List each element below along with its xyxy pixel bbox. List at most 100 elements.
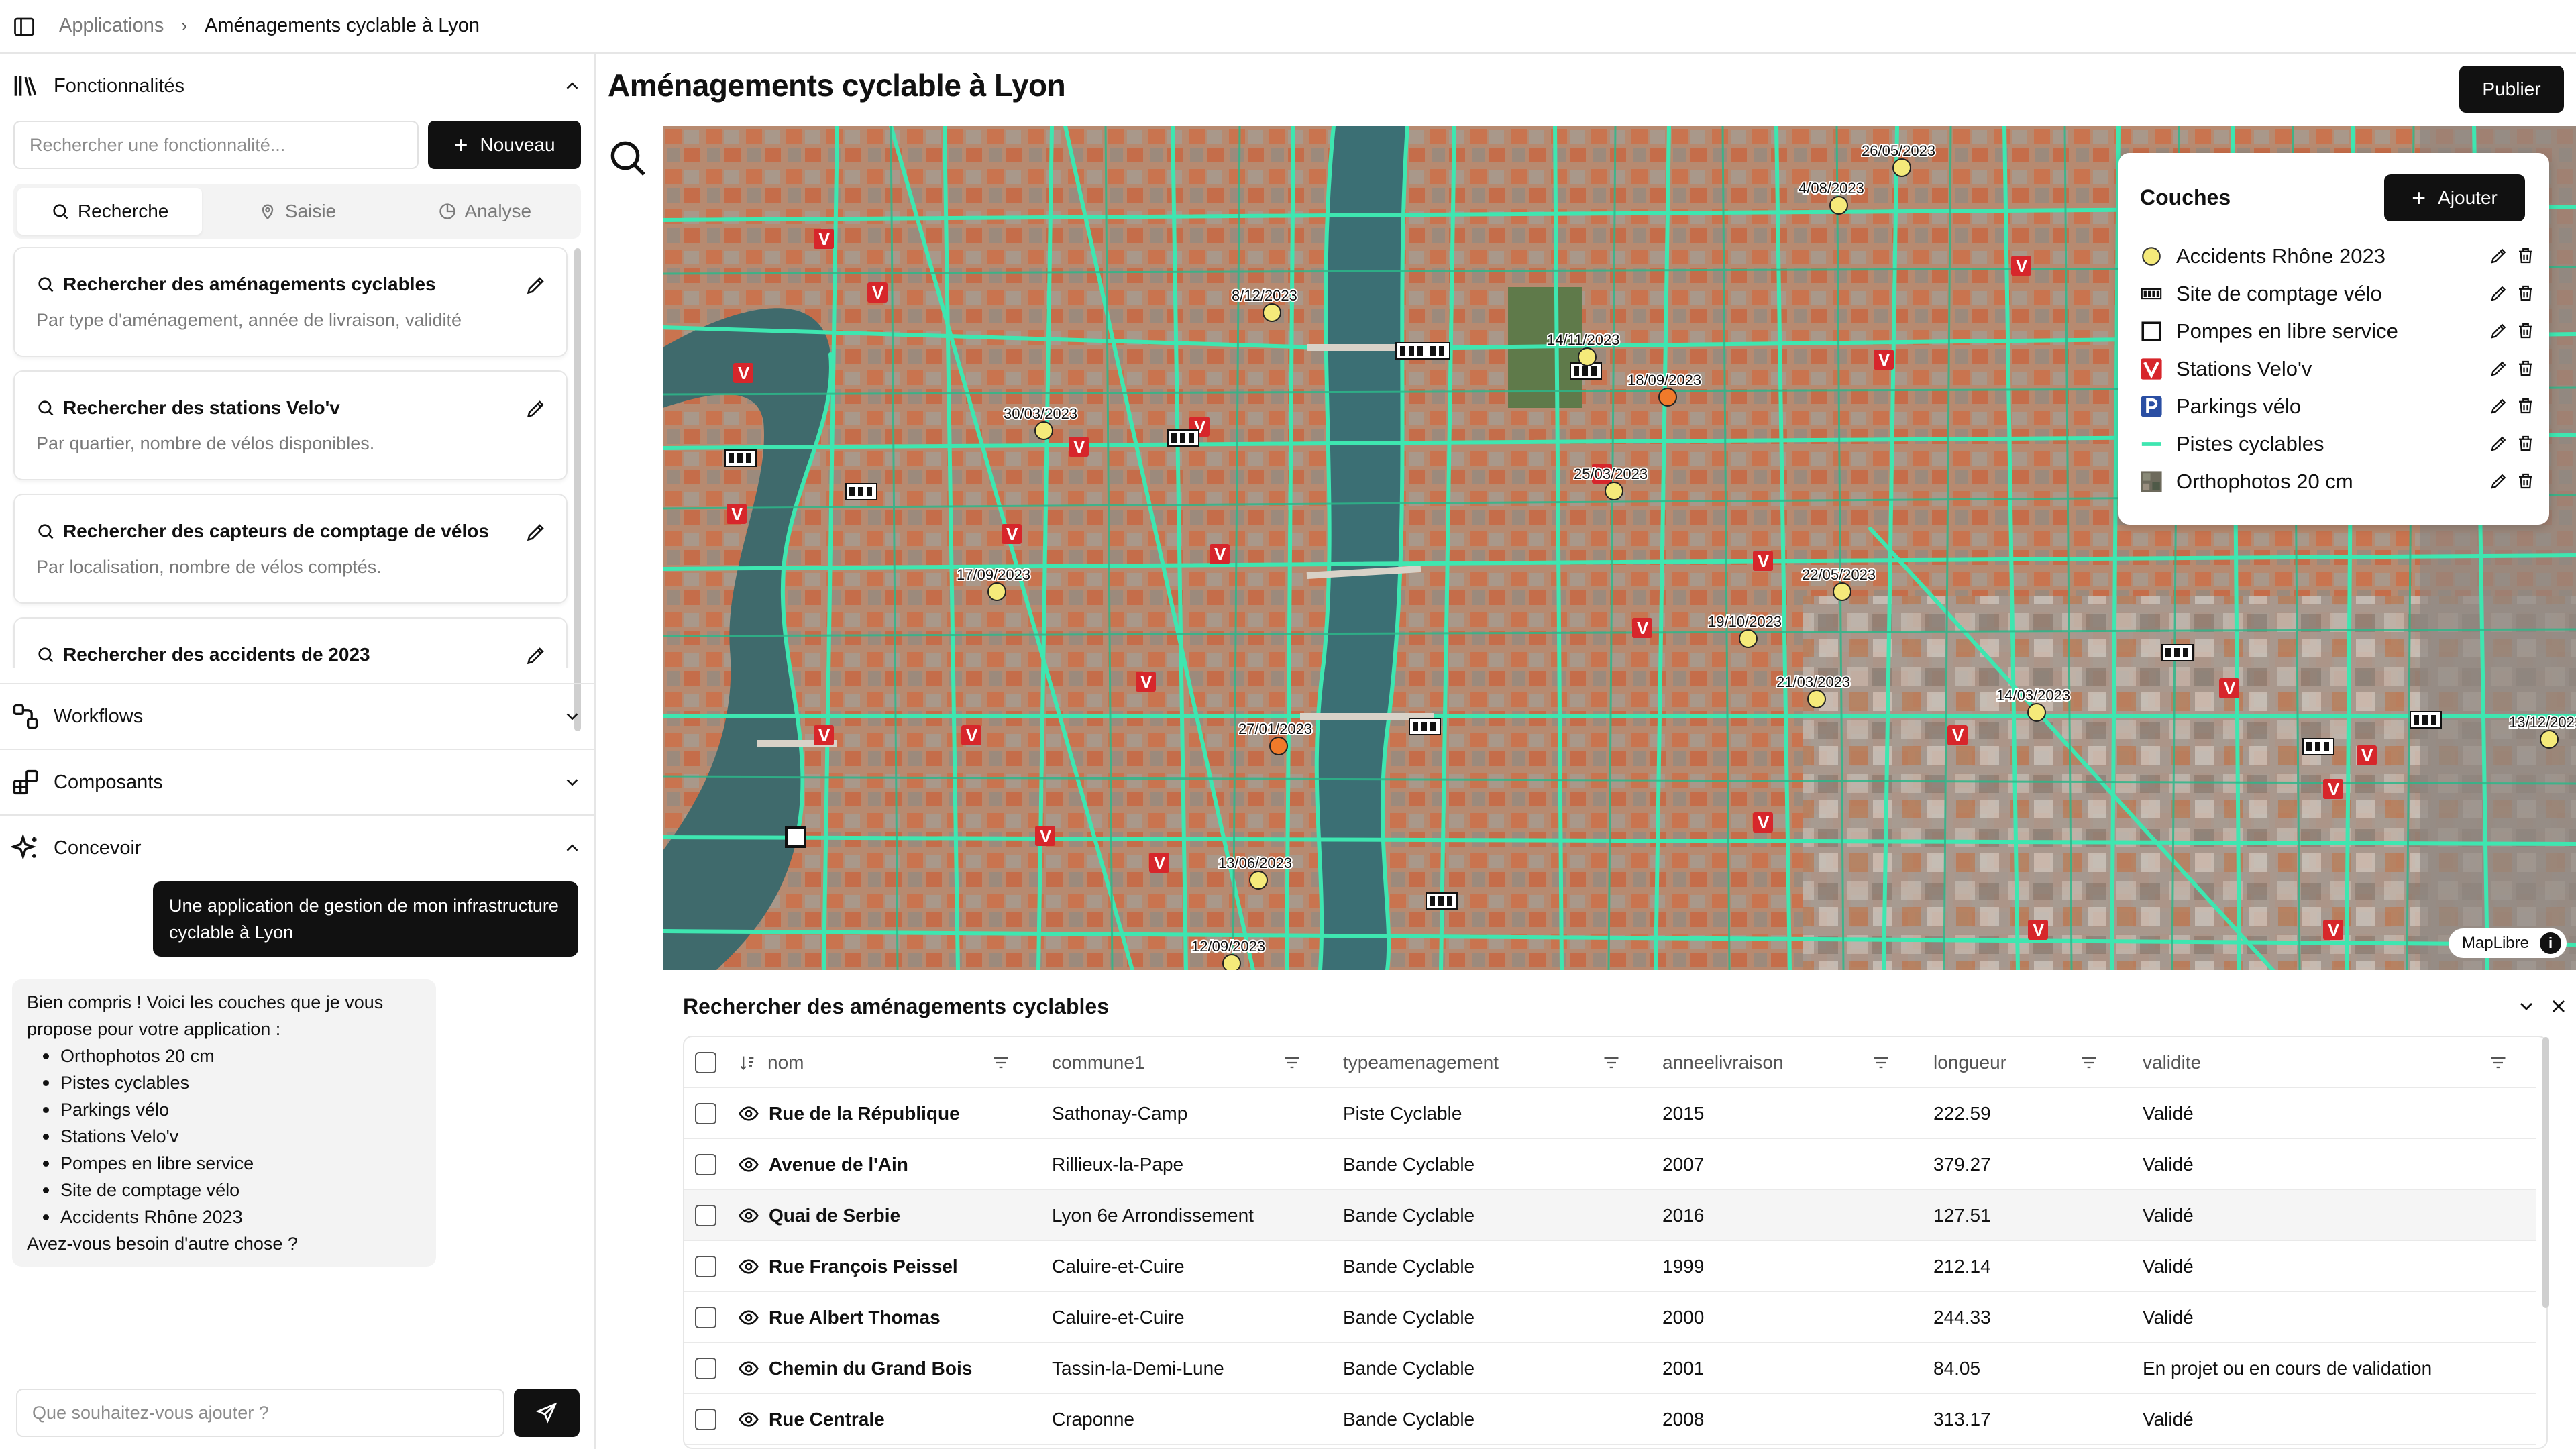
column-header[interactable]: typeamenagement <box>1343 1037 1499 1088</box>
tab-analyse[interactable]: Analyse <box>392 188 577 235</box>
velov-marker[interactable]: V <box>961 725 981 745</box>
eye-icon[interactable] <box>738 1154 759 1175</box>
filter-icon[interactable] <box>991 1053 1010 1072</box>
chevron-down-icon[interactable] <box>2516 996 2537 1017</box>
edit-icon[interactable] <box>525 397 547 420</box>
edit-icon[interactable] <box>525 644 547 667</box>
velov-marker[interactable]: V <box>814 229 834 249</box>
chevron-up-icon[interactable] <box>562 76 582 96</box>
velov-marker[interactable]: V <box>1069 437 1089 457</box>
design-section-header[interactable]: Concevoir <box>0 816 596 880</box>
velov-marker[interactable]: V <box>1035 826 1055 846</box>
counter-marker[interactable] <box>1395 342 1450 360</box>
tab-recherche[interactable]: Recherche <box>17 188 203 235</box>
filter-icon[interactable] <box>1283 1053 1301 1072</box>
trash-icon[interactable] <box>2516 471 2536 491</box>
workflows-section-header[interactable]: Workflows <box>0 684 596 749</box>
select-all-checkbox[interactable] <box>695 1052 716 1073</box>
counter-marker[interactable] <box>1409 718 1441 735</box>
velov-marker[interactable]: V <box>1753 551 1773 571</box>
chevron-down-icon[interactable] <box>562 772 582 792</box>
filter-icon[interactable] <box>2080 1053 2098 1072</box>
column-header[interactable]: nom <box>767 1037 804 1088</box>
breadcrumb-root[interactable]: Applications <box>59 15 164 37</box>
eye-icon[interactable] <box>738 1205 759 1226</box>
velov-marker[interactable]: V <box>1136 672 1156 692</box>
edit-icon[interactable] <box>2489 358 2509 378</box>
velov-marker[interactable]: V <box>2028 920 2048 940</box>
layer-item[interactable]: Stations Velo'v <box>2140 353 2536 385</box>
row-checkbox[interactable] <box>695 1103 716 1124</box>
send-button[interactable] <box>514 1389 580 1437</box>
velov-marker[interactable]: V <box>2323 920 2343 940</box>
table-row[interactable]: Chemin du Grand Bois Tassin-la-Demi-Lune B… <box>684 1343 2536 1394</box>
table-row[interactable]: Rue François Peissel Caluire-et-Cuire Band… <box>684 1241 2536 1292</box>
trash-icon[interactable] <box>2516 283 2536 303</box>
column-header[interactable]: anneelivraison <box>1662 1037 1784 1088</box>
edit-icon[interactable] <box>2489 246 2509 266</box>
velov-marker[interactable]: V <box>1210 544 1230 564</box>
velov-marker[interactable]: V <box>1753 812 1773 833</box>
row-checkbox[interactable] <box>695 1358 716 1379</box>
features-section-header[interactable]: Fonctionnalités <box>0 54 596 118</box>
edit-icon[interactable] <box>2489 396 2509 416</box>
counter-marker[interactable] <box>1426 892 1458 910</box>
velov-marker[interactable]: V <box>2011 256 2031 276</box>
table-scrollbar[interactable] <box>2542 1037 2549 1308</box>
velov-marker[interactable]: V <box>1002 524 1022 544</box>
velov-marker[interactable]: V <box>867 282 888 303</box>
velov-marker[interactable]: V <box>1874 350 1894 370</box>
info-icon[interactable]: i <box>2540 932 2561 954</box>
row-checkbox[interactable] <box>695 1307 716 1328</box>
eye-icon[interactable] <box>738 1358 759 1379</box>
column-header[interactable]: commune1 <box>1052 1037 1145 1088</box>
pump-marker[interactable] <box>785 826 806 848</box>
velov-marker[interactable]: V <box>814 725 834 745</box>
edit-icon[interactable] <box>2489 471 2509 491</box>
layer-item[interactable]: Orthophotos 20 cm <box>2140 466 2536 498</box>
counter-marker[interactable] <box>2410 711 2442 729</box>
velov-marker[interactable]: V <box>2323 779 2343 799</box>
layer-item[interactable]: Parkings vélo <box>2140 390 2536 423</box>
row-checkbox[interactable] <box>695 1154 716 1175</box>
filter-icon[interactable] <box>2489 1053 2508 1072</box>
cards-scrollbar[interactable] <box>574 248 581 731</box>
edit-icon[interactable] <box>2489 321 2509 341</box>
trash-icon[interactable] <box>2516 358 2536 378</box>
sort-icon[interactable] <box>738 1053 757 1072</box>
layer-item[interactable]: Site de comptage vélo <box>2140 278 2536 310</box>
feature-card[interactable]: Rechercher des stations Velo'v Par quart… <box>13 370 568 480</box>
feature-card[interactable]: Rechercher des accidents de 2023 <box>13 617 568 668</box>
eye-icon[interactable] <box>738 1256 759 1277</box>
table-row[interactable]: Rue Albert Thomas Caluire-et-Cuire Bande C… <box>684 1292 2536 1343</box>
add-layer-button[interactable]: + Ajouter <box>2384 174 2525 221</box>
feature-search-input[interactable] <box>13 121 419 169</box>
table-row[interactable]: Avenue de l'Ain Rillieux-la-Pape Bande Cyc… <box>684 1139 2536 1190</box>
new-feature-button[interactable]: + Nouveau <box>428 121 581 169</box>
counter-marker[interactable] <box>2161 644 2194 661</box>
table-row[interactable]: Rue de la République Sathonay-Camp Piste C… <box>684 1088 2536 1139</box>
feature-card[interactable]: Rechercher des capteurs de comptage de v… <box>13 494 568 604</box>
sidebar-toggle-icon[interactable] <box>12 15 36 39</box>
eye-icon[interactable] <box>738 1103 759 1124</box>
layer-item[interactable]: Pistes cyclables <box>2140 428 2536 460</box>
chevron-up-icon[interactable] <box>562 838 582 858</box>
publish-button[interactable]: Publier <box>2459 66 2564 113</box>
trash-icon[interactable] <box>2516 433 2536 453</box>
velov-marker[interactable]: V <box>1947 725 1968 745</box>
velov-marker[interactable]: V <box>2357 745 2377 765</box>
layer-item[interactable]: Pompes en libre service <box>2140 315 2536 347</box>
close-icon[interactable] <box>2548 996 2569 1017</box>
edit-icon[interactable] <box>525 274 547 297</box>
map-search-icon[interactable] <box>606 137 649 180</box>
velov-marker[interactable]: V <box>727 504 747 524</box>
counter-marker[interactable] <box>1167 429 1199 447</box>
edit-icon[interactable] <box>525 521 547 543</box>
row-checkbox[interactable] <box>695 1205 716 1226</box>
filter-icon[interactable] <box>1872 1053 1890 1072</box>
velov-marker[interactable]: V <box>2219 678 2239 698</box>
row-checkbox[interactable] <box>695 1409 716 1430</box>
feature-card[interactable]: Rechercher des aménagements cyclables Pa… <box>13 247 568 357</box>
eye-icon[interactable] <box>738 1409 759 1430</box>
velov-marker[interactable]: V <box>733 363 753 383</box>
